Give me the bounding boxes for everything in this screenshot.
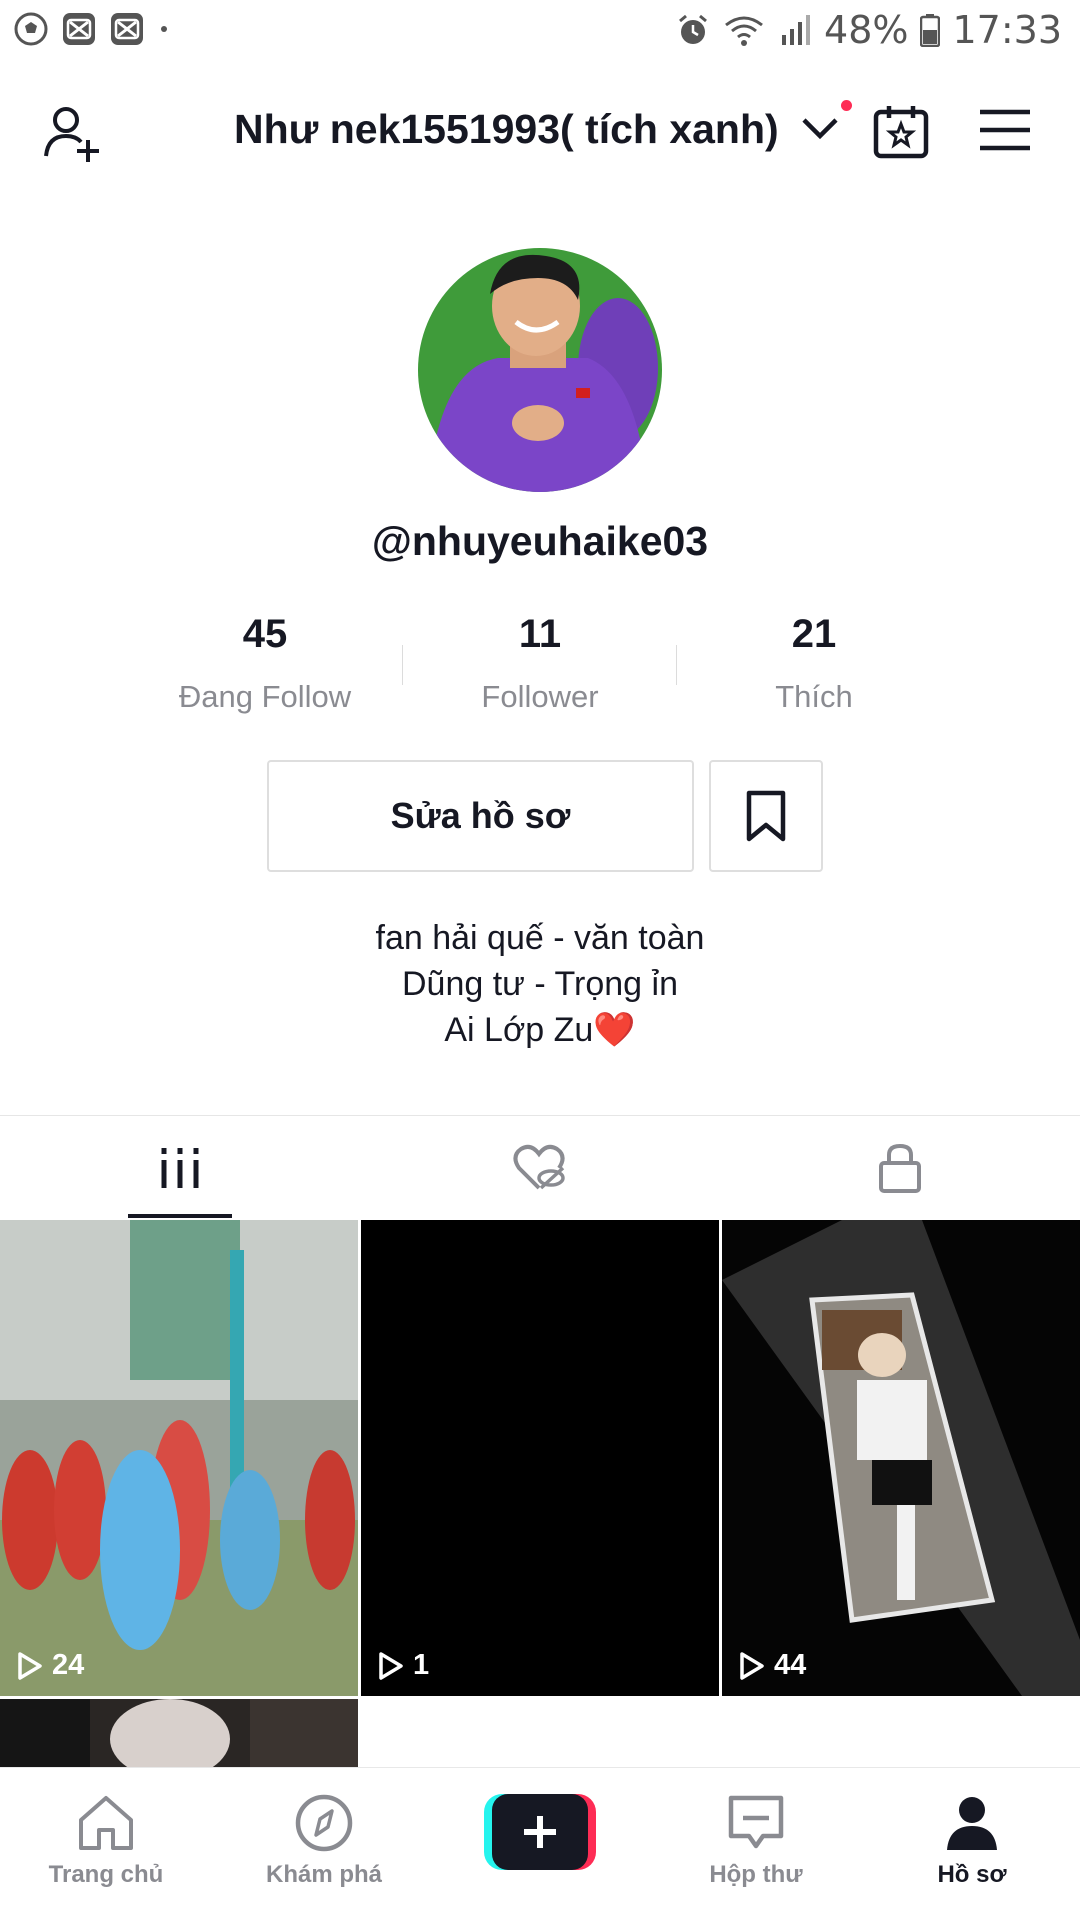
nav-label: Hộp thư bbox=[709, 1861, 803, 1888]
edit-profile-label: Sửa hồ sơ bbox=[390, 795, 571, 836]
videos-grid-icon bbox=[161, 1148, 199, 1188]
view-count-text: 44 bbox=[774, 1649, 807, 1681]
home-icon bbox=[79, 1796, 133, 1850]
video-thumbnail[interactable] bbox=[0, 1699, 358, 1767]
capcut-icon bbox=[111, 13, 143, 45]
account-switcher-title[interactable]: Như nek1551993( tích xanh) bbox=[234, 106, 779, 153]
bottom-navigation: Trang chủ Khám phá Hộp thư Hồ sơ bbox=[0, 1767, 1080, 1921]
stat-label: Follower bbox=[481, 679, 599, 714]
dot-icon bbox=[161, 26, 167, 32]
alarm-icon bbox=[679, 14, 707, 44]
bio-line: fan hải quế - văn toàn bbox=[375, 919, 705, 957]
stat-label: Đang Follow bbox=[178, 679, 352, 714]
stat-likes[interactable]: 21 Thích bbox=[677, 612, 951, 715]
play-icon bbox=[379, 1651, 403, 1680]
notification-dot bbox=[841, 100, 852, 111]
tab-liked-hidden[interactable] bbox=[360, 1118, 720, 1218]
edit-profile-button[interactable]: Sửa hồ sơ bbox=[267, 760, 694, 872]
nav-inbox[interactable]: Hộp thư bbox=[666, 1794, 846, 1889]
thumbnail-image bbox=[0, 1699, 358, 1767]
menu-button[interactable] bbox=[978, 108, 1032, 157]
battery-icon bbox=[920, 14, 941, 47]
signal-icon bbox=[782, 15, 811, 45]
bio-line: Ai Lớp Zu❤️ bbox=[444, 1011, 636, 1049]
stat-label: Thích bbox=[775, 679, 853, 714]
calendar-star-icon bbox=[873, 106, 929, 159]
view-count: 24 bbox=[16, 1649, 84, 1682]
view-count-text: 1 bbox=[413, 1649, 430, 1681]
private-lock-icon bbox=[879, 1143, 921, 1193]
capcut-icon bbox=[63, 13, 95, 45]
view-count: 44 bbox=[738, 1649, 806, 1682]
compass-icon bbox=[295, 1794, 353, 1852]
plus-icon bbox=[484, 1794, 596, 1870]
favorites-button[interactable] bbox=[709, 760, 823, 872]
add-user-icon bbox=[44, 107, 99, 162]
liked-hidden-icon bbox=[513, 1144, 565, 1190]
stat-value: 21 bbox=[791, 612, 837, 656]
avatar[interactable] bbox=[418, 248, 662, 492]
stat-value: 11 bbox=[518, 612, 562, 656]
football-icon bbox=[14, 12, 48, 46]
battery-percent: 48% bbox=[824, 8, 909, 52]
nav-home[interactable]: Trang chủ bbox=[16, 1794, 196, 1889]
wifi-icon bbox=[725, 16, 763, 46]
profile-header: Như nek1551993( tích xanh) bbox=[0, 88, 1080, 178]
view-count-text: 24 bbox=[52, 1649, 85, 1681]
nav-label: Khám phá bbox=[265, 1861, 382, 1888]
account-switcher-chevron[interactable] bbox=[800, 114, 840, 149]
bookmark-icon bbox=[746, 790, 786, 842]
username: @nhuyeuhaike03 bbox=[371, 518, 709, 564]
nav-discover[interactable]: Khám phá bbox=[234, 1794, 414, 1889]
tab-private[interactable] bbox=[720, 1118, 1080, 1218]
stat-followers[interactable]: 11 Follower bbox=[403, 612, 677, 715]
add-friends-button[interactable] bbox=[40, 102, 104, 171]
calendar-button[interactable] bbox=[872, 102, 930, 165]
view-count: 1 bbox=[377, 1649, 429, 1682]
profile-icon bbox=[947, 1797, 997, 1850]
avatar-photo bbox=[418, 248, 662, 492]
stat-following[interactable]: 45 Đang Follow bbox=[128, 612, 402, 715]
nav-label: Trang chủ bbox=[48, 1861, 164, 1888]
chevron-down-icon bbox=[802, 118, 838, 140]
status-left-icons bbox=[14, 12, 170, 46]
bio: fan hải quế - văn toàn Dũng tư - Trọng ỉ… bbox=[0, 915, 1080, 1053]
create-button[interactable] bbox=[484, 1794, 596, 1870]
video-thumbnail[interactable]: 44 bbox=[722, 1220, 1080, 1696]
tab-active-indicator bbox=[128, 1214, 232, 1218]
menu-icon bbox=[980, 109, 1030, 151]
play-icon bbox=[18, 1651, 42, 1680]
bio-line: Dũng tư - Trọng ỉn bbox=[401, 965, 678, 1003]
nav-profile[interactable]: Hồ sơ bbox=[882, 1794, 1062, 1889]
thumbnail-image bbox=[0, 1220, 358, 1696]
video-thumbnail[interactable]: 1 bbox=[361, 1220, 719, 1696]
status-right: 48% 17:33 bbox=[676, 8, 1062, 52]
nav-label: Hồ sơ bbox=[937, 1861, 1007, 1888]
thumbnail-image bbox=[722, 1220, 1080, 1696]
inbox-icon bbox=[728, 1795, 784, 1849]
tabs-divider bbox=[0, 1115, 1080, 1116]
clock: 17:33 bbox=[952, 8, 1062, 52]
tab-videos[interactable] bbox=[0, 1118, 360, 1218]
stat-value: 45 bbox=[242, 612, 288, 656]
status-bar: 48% 17:33 bbox=[0, 0, 1080, 62]
play-icon bbox=[740, 1651, 764, 1680]
video-thumbnail[interactable]: 24 bbox=[0, 1220, 358, 1696]
